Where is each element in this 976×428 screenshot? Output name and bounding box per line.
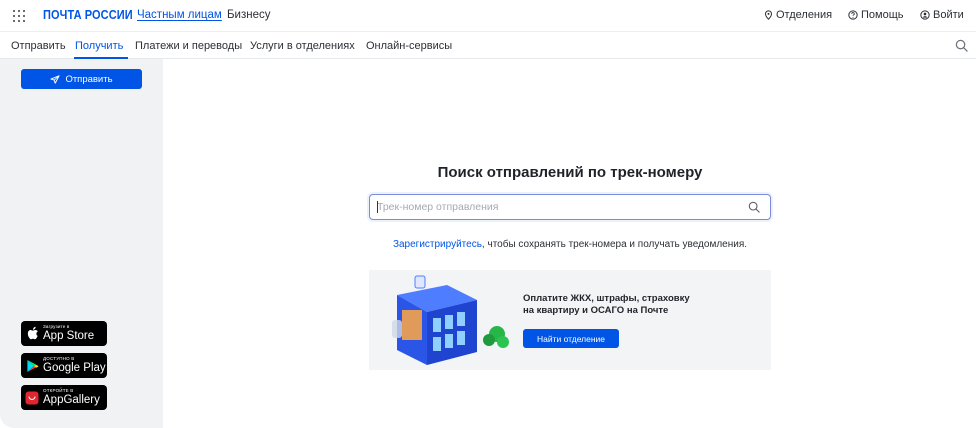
sidebar: Отправить Загрузите в App Store ДОСТУПНО… [0, 59, 163, 428]
nav-item-office-services[interactable]: Услуги в отделениях [250, 40, 355, 52]
offices-link[interactable]: Отделения [764, 9, 832, 21]
register-hint: Зарегистрируйтесь, чтобы сохранять трек-… [369, 239, 771, 250]
find-office-button[interactable]: Найти отделение [523, 329, 619, 348]
help-circle-icon [848, 10, 858, 20]
app-store-badge[interactable]: Загрузите в App Store [21, 321, 107, 346]
app-gallery-badge[interactable]: ОТКРОЙТЕ В AppGallery [21, 385, 107, 410]
send-button-label: Отправить [65, 73, 113, 85]
help-link[interactable]: Помощь [848, 9, 904, 21]
banner-line-1: Оплатите ЖКХ, штрафы, страховку [523, 293, 690, 304]
page-title: Поиск отправлений по трек-номеру [437, 164, 703, 181]
text-caret [377, 201, 378, 213]
google-play-badge[interactable]: ДОСТУПНО В Google Play [21, 353, 107, 378]
location-pin-icon [764, 10, 773, 20]
top-bar: ПОЧТА РОССИИ Частным лицам Бизнесу Отдел… [0, 0, 976, 32]
huawei-icon [25, 391, 39, 404]
login-link[interactable]: Войти [920, 9, 964, 21]
search-icon[interactable] [955, 39, 968, 52]
paper-plane-icon [50, 74, 61, 84]
app-store-big: App Store [43, 329, 95, 342]
google-play-big: Google Play [43, 361, 106, 374]
tracking-field[interactable] [369, 194, 771, 220]
pochta-logo[interactable]: ПОЧТА РОССИИ [43, 8, 133, 22]
banner-text: Оплатите ЖКХ, штрафы, страховку на кварт… [523, 293, 690, 317]
banner-line-2: на квартиру и ОСАГО на Почте [523, 305, 669, 316]
offices-label: Отделения [776, 9, 833, 21]
tracking-number-input[interactable] [377, 199, 737, 215]
user-circle-icon [920, 10, 930, 20]
register-hint-text: , чтобы сохранять трек-номера и получать… [481, 239, 748, 250]
search-icon[interactable] [748, 201, 760, 213]
nav-item-online-services[interactable]: Онлайн-сервисы [366, 40, 452, 52]
nav-item-payments[interactable]: Платежи и переводы [135, 40, 242, 52]
apple-icon [27, 326, 38, 340]
login-label: Войти [933, 9, 964, 21]
google-play-icon [26, 359, 38, 372]
promo-banner: Оплатите ЖКХ, штрафы, страховку на кварт… [369, 270, 771, 370]
post-office-illustration-icon [392, 275, 509, 365]
main-nav: Отправить Получить Платежи и переводы Ус… [0, 33, 976, 59]
business-link[interactable]: Бизнесу [227, 9, 271, 21]
app-gallery-big: AppGallery [43, 393, 100, 406]
private-persons-link[interactable]: Частным лицам [137, 9, 222, 21]
nav-item-receive[interactable]: Получить [75, 40, 123, 52]
app-gallery-small: ОТКРОЙТЕ В [43, 388, 74, 393]
apps-grid-icon[interactable] [13, 10, 25, 22]
send-button[interactable]: Отправить [21, 69, 142, 89]
help-label: Помощь [861, 9, 904, 21]
google-play-small: ДОСТУПНО В [43, 356, 75, 361]
register-link[interactable]: Зарегистрируйтесь [393, 239, 482, 250]
nav-item-send[interactable]: Отправить [11, 40, 66, 52]
app-store-small: Загрузите в [43, 324, 70, 329]
